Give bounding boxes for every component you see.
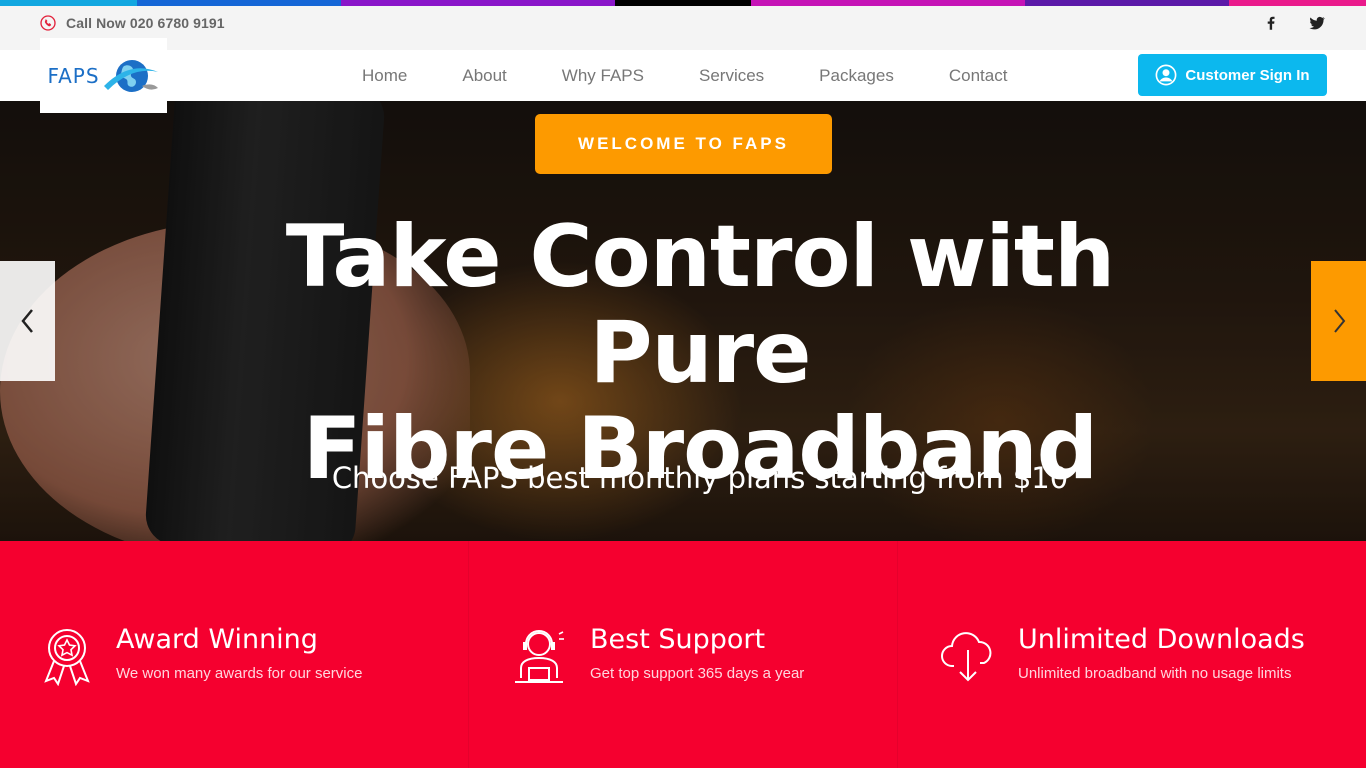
main-navbar: FAPS Home About Why FAPS Services Packag… [0, 38, 1366, 113]
chevron-right-icon [1333, 309, 1345, 333]
feature-award-winning: Award Winning We won many awards for our… [0, 541, 469, 768]
hero-slider: WELCOME TO FAPS Take Control with Pure F… [0, 101, 1366, 541]
sign-in-label: Customer Sign In [1185, 66, 1310, 84]
hero-title: Take Control with Pure Fibre Broadband [200, 209, 1200, 497]
slider-prev-button[interactable] [0, 261, 55, 381]
globe-logo-icon [103, 59, 158, 92]
slider-next-button[interactable] [1311, 261, 1366, 381]
features-strip: Award Winning We won many awards for our… [0, 541, 1366, 768]
support-agent-icon [515, 630, 564, 683]
facebook-icon[interactable] [1262, 14, 1280, 32]
feature-title: Unlimited Downloads [1018, 624, 1305, 655]
feature-description: Unlimited broadband with no usage limits [1018, 665, 1292, 682]
phone-icon [40, 15, 56, 31]
feature-title: Best Support [590, 624, 766, 655]
nav-why-faps[interactable]: Why FAPS [562, 66, 644, 86]
nav-contact[interactable]: Contact [949, 66, 1008, 86]
social-links [1262, 14, 1326, 32]
chevron-left-icon [20, 309, 33, 333]
award-ribbon-icon [44, 629, 90, 686]
twitter-icon[interactable] [1308, 14, 1326, 32]
hero-subtitle: Choose FAPS best monthly plans starting … [331, 461, 1069, 495]
site-logo[interactable]: FAPS [40, 38, 167, 113]
customer-sign-in-button[interactable]: Customer Sign In [1138, 54, 1327, 96]
user-circle-icon [1155, 64, 1177, 86]
main-menu: Home About Why FAPS Services Packages Co… [362, 50, 1062, 101]
phone-contact[interactable]: Call Now 020 6780 9191 [40, 15, 225, 31]
feature-unlimited-downloads: Unlimited Downloads Unlimited broadband … [898, 541, 1366, 768]
nav-services[interactable]: Services [699, 66, 764, 86]
logo-text: FAPS [47, 63, 100, 88]
top-bar: Call Now 020 6780 9191 [0, 6, 1366, 50]
hero-title-line-1: Take Control with Pure [285, 207, 1115, 403]
nav-about[interactable]: About [462, 66, 506, 86]
welcome-button[interactable]: WELCOME TO FAPS [535, 114, 832, 174]
feature-best-support: Best Support Get top support 365 days a … [469, 541, 898, 768]
nav-packages[interactable]: Packages [819, 66, 894, 86]
nav-home[interactable]: Home [362, 66, 407, 86]
feature-title: Award Winning [116, 624, 318, 655]
cloud-download-icon [941, 632, 992, 682]
phone-number: Call Now 020 6780 9191 [66, 15, 225, 31]
feature-description: We won many awards for our service [116, 665, 363, 682]
feature-description: Get top support 365 days a year [590, 665, 805, 682]
